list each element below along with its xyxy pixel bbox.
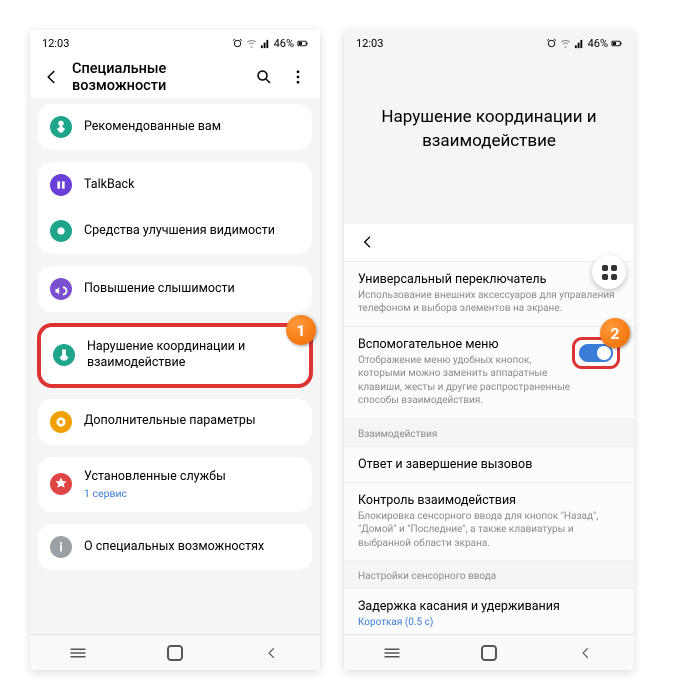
large-header: Нарушение координации и взаимодействие bbox=[344, 56, 634, 224]
signal-icon bbox=[260, 38, 271, 49]
battery-icon bbox=[611, 38, 622, 49]
item-label: TalkBack bbox=[84, 177, 300, 193]
nav-recent[interactable] bbox=[53, 635, 103, 670]
settings-item-recommended[interactable]: Рекомендованные вам bbox=[38, 104, 312, 150]
item-title: Контроль взаимодействия bbox=[358, 493, 620, 508]
status-bar: 12:03 46% bbox=[344, 30, 634, 56]
chevron-left-icon bbox=[360, 234, 376, 250]
settings-item-about[interactable]: i О специальных возможностях bbox=[38, 524, 312, 570]
status-icons: 46% bbox=[232, 37, 308, 50]
item-label: О специальных возможностях bbox=[84, 539, 300, 555]
settings-item-interaction[interactable]: Нарушение координации и взаимодействие bbox=[41, 327, 309, 384]
settings-group: TalkBack Средства улучшения видимости bbox=[38, 162, 312, 254]
section-header: Настройки сенсорного ввода bbox=[344, 561, 634, 589]
settings-list: Рекомендованные вам TalkBack Средства улуч… bbox=[30, 98, 320, 634]
annotation-badge-2: 2 bbox=[600, 318, 630, 348]
hearing-icon bbox=[50, 278, 72, 300]
setting-universal-switch[interactable]: Универсальный переключатель Использование… bbox=[344, 262, 634, 327]
item-description: Блокировка сенсорного ввода для кнопок "… bbox=[358, 510, 620, 551]
talkback-icon bbox=[50, 174, 72, 196]
annotation-badge-1: 1 bbox=[286, 315, 316, 345]
grid-icon bbox=[602, 265, 617, 280]
settings-group: Установленные службы 1 сервис bbox=[38, 457, 312, 512]
status-time: 12:03 bbox=[356, 37, 383, 50]
interaction-icon bbox=[53, 344, 75, 366]
nav-back[interactable] bbox=[561, 635, 611, 670]
more-button[interactable] bbox=[284, 63, 312, 91]
item-title: Задержка касания и удерживания bbox=[358, 599, 620, 614]
item-sublabel: 1 сервис bbox=[84, 487, 300, 500]
alarm-icon bbox=[546, 38, 557, 49]
item-title: Вспомогательное меню bbox=[358, 337, 572, 352]
item-label: Повышение слышимости bbox=[84, 281, 300, 297]
item-label: Рекомендованные вам bbox=[84, 119, 300, 135]
settings-item-talkback[interactable]: TalkBack bbox=[38, 162, 312, 208]
item-description: Отображение меню удобных кнопок, которым… bbox=[358, 354, 572, 408]
visibility-icon bbox=[50, 220, 72, 242]
item-label: Дополнительные параметры bbox=[84, 413, 300, 429]
item-label: Средства улучшения видимости bbox=[84, 223, 300, 239]
setting-interaction-control[interactable]: Контроль взаимодействия Блокировка сенсор… bbox=[344, 483, 634, 562]
search-button[interactable] bbox=[250, 63, 278, 91]
search-icon bbox=[255, 68, 273, 86]
settings-item-advanced[interactable]: Дополнительные параметры bbox=[38, 399, 312, 445]
nav-bar bbox=[30, 634, 320, 670]
settings-group: Дополнительные параметры bbox=[38, 399, 312, 445]
setting-touch-hold[interactable]: Задержка касания и удерживания Короткая (… bbox=[344, 589, 634, 634]
item-label: Нарушение координации и взаимодействие bbox=[87, 339, 297, 372]
nav-back[interactable] bbox=[247, 635, 297, 670]
setting-assistant-menu[interactable]: Вспомогательное меню Отображение меню удо… bbox=[344, 327, 634, 419]
battery-text: 46% bbox=[274, 37, 294, 50]
item-label: Установленные службы bbox=[84, 469, 300, 485]
settings-group: Нарушение координации и взаимодействие bbox=[38, 324, 312, 387]
section-header: Взаимодействия bbox=[344, 419, 634, 447]
status-bar: 12:03 46% bbox=[30, 30, 320, 56]
nav-home[interactable] bbox=[150, 635, 200, 670]
more-vert-icon bbox=[289, 68, 307, 86]
settings-group: i О специальных возможностях bbox=[38, 524, 312, 570]
status-time: 12:03 bbox=[42, 37, 69, 50]
advanced-icon bbox=[50, 411, 72, 433]
nav-recent[interactable] bbox=[367, 635, 417, 670]
item-title: Ответ и завершение вызовов bbox=[358, 457, 620, 472]
chevron-left-icon bbox=[43, 68, 61, 86]
installed-icon bbox=[50, 473, 72, 495]
page-title: Специальные возможности bbox=[72, 60, 244, 94]
item-sublabel: Короткая (0.5 с) bbox=[358, 616, 620, 630]
svg-text:i: i bbox=[59, 540, 62, 555]
settings-group: Рекомендованные вам bbox=[38, 104, 312, 150]
interaction-settings-list[interactable]: Универсальный переключатель Использование… bbox=[344, 262, 634, 634]
battery-icon bbox=[297, 38, 308, 49]
battery-text: 46% bbox=[588, 37, 608, 50]
settings-group: Повышение слышимости bbox=[38, 266, 312, 312]
sub-app-bar bbox=[344, 224, 634, 262]
recommended-icon bbox=[50, 116, 72, 138]
item-description: Использование внешних аксессуаров для уп… bbox=[358, 289, 620, 316]
settings-item-visibility[interactable]: Средства улучшения видимости bbox=[38, 208, 312, 254]
setting-answer-end[interactable]: Ответ и завершение вызовов bbox=[344, 447, 634, 483]
wifi-icon bbox=[560, 38, 571, 49]
large-header-title: Нарушение координации и взаимодействие bbox=[364, 106, 614, 154]
nav-home[interactable] bbox=[464, 635, 514, 670]
about-icon: i bbox=[50, 536, 72, 558]
back-button[interactable] bbox=[38, 63, 66, 91]
app-bar: Специальные возможности bbox=[30, 56, 320, 98]
alarm-icon bbox=[232, 38, 243, 49]
phone-right: 12:03 46% Нарушение координации и взаимо… bbox=[344, 30, 634, 670]
phone-left: 12:03 46% Специальные возможности Рекоме… bbox=[30, 30, 320, 670]
back-button[interactable] bbox=[354, 228, 382, 256]
settings-item-installed[interactable]: Установленные службы 1 сервис bbox=[38, 457, 312, 512]
nav-bar bbox=[344, 634, 634, 670]
wifi-icon bbox=[246, 38, 257, 49]
item-title: Универсальный переключатель bbox=[358, 272, 620, 287]
settings-item-hearing[interactable]: Повышение слышимости bbox=[38, 266, 312, 312]
status-icons: 46% bbox=[546, 37, 622, 50]
signal-icon bbox=[574, 38, 585, 49]
